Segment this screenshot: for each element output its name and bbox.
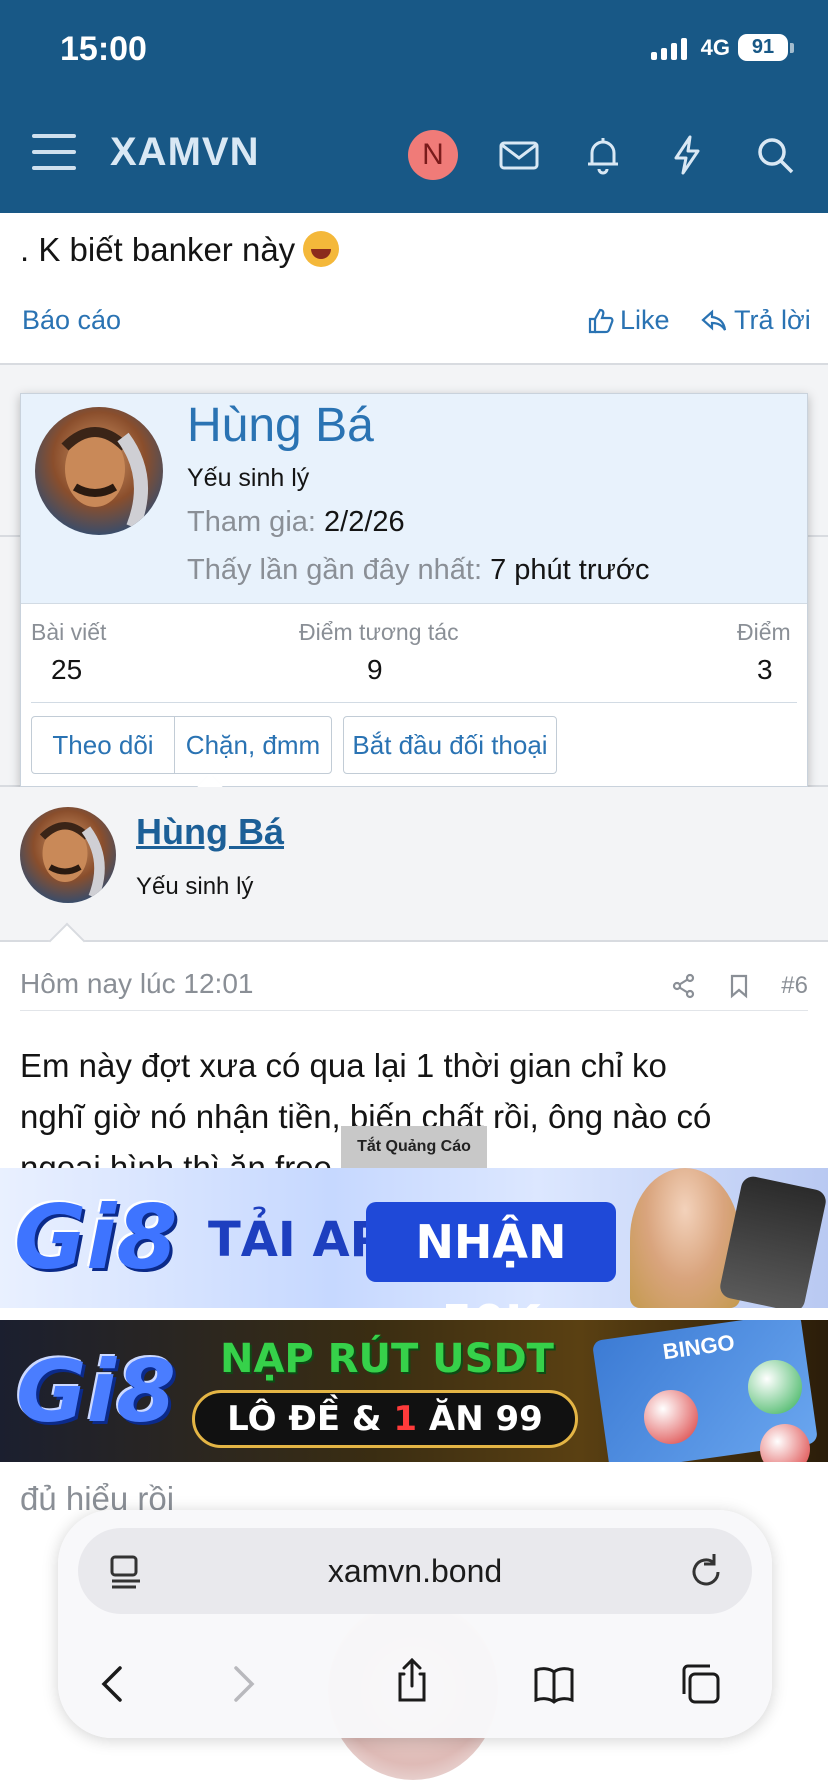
post-actions: #6	[671, 972, 808, 1000]
stat-posts-label: Bài viết	[31, 619, 107, 645]
ad-text: NẠP RÚT USDT	[220, 1336, 554, 1382]
ad-logo: Gi8	[16, 1342, 176, 1442]
battery-icon: 91	[738, 34, 794, 61]
stat-points-value[interactable]: 3	[757, 654, 773, 686]
ad-ball-image	[748, 1360, 802, 1414]
bookmark-icon[interactable]	[727, 973, 751, 999]
previous-post: . K biết banker này Báo cáo Like Trả lời	[0, 213, 828, 365]
browser-toolbar: xamvn.bond	[58, 1510, 772, 1738]
ad-pill: LÔ ĐỀ & 1 ĂN 99	[192, 1390, 578, 1448]
hamburger-menu-icon[interactable]	[32, 134, 76, 170]
start-conversation-button[interactable]: Bắt đầu đối thoại	[343, 716, 557, 774]
member-user-title: Yếu sinh lý	[187, 464, 310, 492]
app-header: 15:00 4G 91 XAMVN N	[0, 0, 828, 213]
reload-icon[interactable]	[682, 1548, 730, 1596]
status-indicators: 4G 91	[650, 34, 794, 61]
share-icon[interactable]	[671, 973, 697, 999]
ad-banner-1[interactable]: Gi8 TẢI APP NHẬN 50K	[0, 1168, 828, 1308]
previous-post-text: . K biết banker này	[20, 231, 340, 269]
ad-phone-image	[718, 1174, 828, 1308]
author-name-link[interactable]: Hùng Bá	[136, 811, 284, 853]
member-tooltip-card: Hùng Bá Yếu sinh lý Tham gia: 2/2/26 Thấ…	[20, 393, 808, 787]
bolt-icon[interactable]	[664, 132, 710, 178]
bookmarks-icon[interactable]	[530, 1660, 578, 1708]
mail-icon[interactable]	[496, 132, 542, 178]
report-link[interactable]: Báo cáo	[22, 305, 121, 336]
post-author-row: Hùng Bá Yếu sinh lý	[0, 787, 828, 942]
ad-ball-image	[644, 1390, 698, 1444]
post-date[interactable]: Hôm nay lúc 12:01	[20, 968, 253, 1000]
search-icon[interactable]	[752, 132, 798, 178]
network-label: 4G	[700, 34, 730, 60]
member-name[interactable]: Hùng Bá	[187, 398, 374, 453]
battery-level: 91	[738, 34, 788, 61]
ad-pill: NHẬN 50K	[366, 1202, 616, 1308]
reply-icon	[701, 309, 727, 331]
hide-ads-button[interactable]: Tắt Quảng Cáo	[341, 1126, 487, 1168]
share-sheet-icon[interactable]	[388, 1656, 436, 1704]
status-time: 15:00	[60, 30, 147, 68]
ad-logo: Gi8	[14, 1186, 178, 1289]
member-joined: Tham gia: 2/2/26	[187, 506, 405, 538]
ad-banner-2[interactable]: Gi8 NẠP RÚT USDT LÔ ĐỀ & 1 ĂN 99 BINGO	[0, 1320, 828, 1462]
stat-points-label: Điểm	[737, 619, 791, 645]
reply-button[interactable]: Trả lời	[700, 305, 811, 336]
author-avatar[interactable]	[20, 807, 116, 903]
url-text[interactable]: xamvn.bond	[78, 1528, 752, 1614]
stat-reactions-value[interactable]: 9	[367, 654, 383, 686]
address-bar[interactable]: xamvn.bond	[78, 1528, 752, 1614]
stat-reactions-label: Điểm tương tác	[299, 619, 459, 645]
stat-posts-value[interactable]: 25	[51, 654, 82, 686]
member-avatar[interactable]	[35, 407, 163, 535]
member-card-header: Hùng Bá Yếu sinh lý Tham gia: 2/2/26 Thấ…	[21, 394, 807, 604]
follow-button[interactable]: Theo dõi	[31, 716, 175, 774]
site-logo[interactable]: XAMVN	[110, 130, 259, 175]
back-icon[interactable]	[90, 1660, 138, 1708]
forward-icon[interactable]	[218, 1660, 266, 1708]
author-user-title: Yếu sinh lý	[136, 873, 254, 900]
bell-icon[interactable]	[580, 132, 626, 178]
post-number[interactable]: #6	[781, 972, 808, 1000]
member-last-seen: Thấy lần gần đây nhất: 7 phút trước	[187, 554, 650, 586]
like-button[interactable]: Like	[586, 305, 670, 336]
thumbs-up-icon	[588, 308, 614, 333]
tabs-icon[interactable]	[676, 1660, 724, 1708]
signal-icon	[650, 36, 687, 60]
laughing-emoji-icon	[303, 231, 340, 267]
ignore-button[interactable]: Chặn, đmm	[174, 716, 332, 774]
user-avatar[interactable]: N	[408, 130, 458, 180]
